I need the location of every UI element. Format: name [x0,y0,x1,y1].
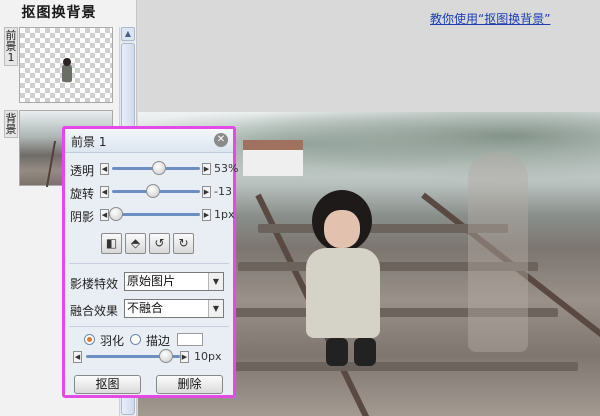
rotate-slider-knob[interactable] [146,184,161,198]
girl-shoe [326,338,348,366]
flip-horizontal-icon[interactable]: ◧ [101,233,122,254]
divider [69,263,229,264]
rotate-slider-row: 旋转 ◀ ▶ -13 [70,184,232,201]
feather-slider-row: ◀ ▶ 10px [70,349,232,365]
decrease-arrow-icon[interactable]: ◀ [100,209,109,221]
ghost-figure [468,152,528,352]
effect-select[interactable]: 原始图片 ▼ [124,272,224,291]
blend-select[interactable]: 不融合 ▼ [124,299,224,318]
foreground-figure [62,58,72,82]
divider [69,326,229,327]
edge-options-row: 羽化 描边 [70,332,232,348]
opacity-slider-row: 透明 ◀ ▶ 53% [70,161,238,178]
effect-selected-value: 原始图片 [127,274,176,288]
layer-properties-panel: 前景 1 ✕ 透明 ◀ ▶ 53% 旋转 ◀ ▶ -13 阴影 ◀ ▶ 1px … [62,126,238,398]
opacity-label: 透明 [70,164,95,178]
decrease-arrow-icon[interactable]: ◀ [73,351,82,363]
shadow-track[interactable] [112,213,200,216]
feather-radio[interactable] [84,334,95,345]
shadow-slider-knob[interactable] [109,207,124,221]
rotate-right-icon[interactable]: ↻ [173,233,194,254]
increase-arrow-icon[interactable]: ▶ [180,351,189,363]
feather-label: 羽化 [100,334,125,348]
girl-dress [306,248,380,338]
rotate-value: -13 [214,185,232,198]
girl-face [324,210,360,248]
background-house [243,140,303,176]
opacity-value: 53% [214,162,239,175]
decrease-arrow-icon[interactable]: ◀ [100,163,109,175]
panel-title: 前景 1 [71,135,107,149]
foreground-girl[interactable] [298,190,398,370]
stroke-color-swatch[interactable] [177,333,203,346]
feather-slider-knob[interactable] [158,349,173,363]
increase-arrow-icon[interactable]: ▶ [202,186,211,198]
shadow-value: 1px [214,208,235,221]
transform-toolbar: ◧ ⬘ ↺ ↻ [101,233,201,255]
blend-row: 融合效果 不融合 ▼ [70,299,232,319]
delete-button[interactable]: 删除 [156,375,223,394]
shadow-label: 阴影 [70,210,95,224]
rotate-label: 旋转 [70,187,95,201]
increase-arrow-icon[interactable]: ▶ [202,163,211,175]
effect-label: 影楼特效 [70,277,119,291]
girl-shoe [354,338,376,366]
effect-row: 影楼特效 原始图片 ▼ [70,272,232,292]
decrease-arrow-icon[interactable]: ◀ [100,186,109,198]
feather-value: 10px [194,350,222,363]
flip-vertical-icon[interactable]: ⬘ [125,233,146,254]
layer-tab-background[interactable]: 背 景 [4,110,18,138]
scroll-up-button[interactable]: ▲ [121,27,135,41]
layer-tab-label: 景 [5,123,17,136]
blend-label: 融合效果 [70,304,119,318]
opacity-slider-knob[interactable] [151,161,166,175]
foreground-thumbnail[interactable] [19,27,113,103]
panel-header[interactable]: 前景 1 ✕ [65,129,233,153]
close-icon[interactable]: ✕ [214,133,228,147]
stroke-radio[interactable] [130,334,141,345]
help-link[interactable]: 教你使用“抠图换背景” [430,10,550,27]
layer-tab-number: 1 [7,51,15,64]
increase-arrow-icon[interactable]: ▶ [202,209,211,221]
chevron-down-icon: ▼ [208,273,223,290]
chevron-down-icon: ▼ [208,300,223,317]
rotate-left-icon[interactable]: ↺ [149,233,170,254]
cutout-button[interactable]: 抠图 [74,375,141,394]
sidebar-title: 抠图换背景 [21,5,97,21]
stroke-label: 描边 [146,334,171,348]
layer-tab-foreground[interactable]: 前 景 1 [4,27,18,66]
blend-selected-value: 不融合 [127,301,164,315]
shadow-slider-row: 阴影 ◀ ▶ 1px [70,207,235,224]
